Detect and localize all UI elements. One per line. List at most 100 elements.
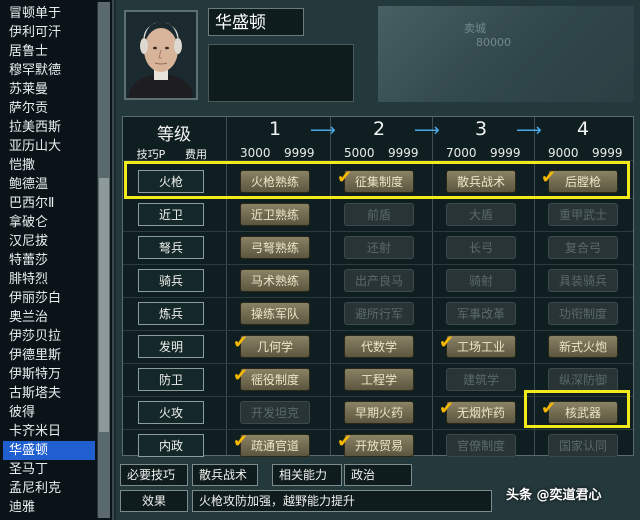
leader-list-item[interactable]: 伊莎贝拉 — [3, 327, 95, 346]
leader-list-item[interactable]: 亚历山大 — [3, 137, 95, 156]
leader-list-scrollbar[interactable] — [97, 2, 110, 518]
leader-list-item[interactable]: 伊德里斯 — [3, 346, 95, 365]
skill-cell[interactable]: 长弓 — [446, 236, 516, 259]
skill-name: 近卫熟练 — [250, 208, 299, 222]
skill-name: 开发坦克 — [250, 406, 299, 420]
leader-list-item[interactable]: 彼得 — [3, 403, 95, 422]
skill-cell[interactable]: 徭役制度 ✔ — [233, 367, 310, 391]
leader-list-item[interactable]: 巴西尔Ⅱ — [3, 194, 95, 213]
header-level-number: 4 — [576, 118, 590, 140]
skill-name: 建筑学 — [462, 373, 499, 387]
leader-list-item[interactable]: 华盛顿 — [3, 441, 95, 460]
map-background: 卖城 80000 — [378, 6, 634, 102]
leader-list-item[interactable]: 卡齐米日 — [3, 422, 95, 441]
header-level-number: 3 — [474, 118, 488, 140]
skill-cell[interactable]: 出产良马 — [344, 269, 414, 292]
skill-cell[interactable]: 建筑学 — [446, 368, 516, 391]
skill-cell[interactable]: 复合弓 — [548, 236, 618, 259]
row-category-label: 弩兵 — [138, 236, 204, 259]
leader-list-item[interactable]: 奥兰治 — [3, 308, 95, 327]
skill-name: 开放贸易 — [354, 439, 403, 453]
skill-name: 早期火药 — [354, 406, 403, 420]
skill-cell[interactable]: 操练军队 — [240, 302, 310, 325]
leader-list-item[interactable]: 孟尼利克 — [3, 479, 95, 498]
skill-name: 新式火炮 — [558, 340, 607, 354]
skill-cell[interactable]: 早期火药 — [344, 401, 414, 424]
grid-row-divider — [123, 297, 633, 298]
skill-cell[interactable]: 还射 — [344, 236, 414, 259]
skill-name: 纵深防御 — [558, 373, 607, 387]
skill-cell[interactable]: 开放贸易 ✔ — [337, 433, 414, 457]
required-skill-label: 必要技巧 — [120, 464, 188, 486]
leader-list-item[interactable]: 萨尔贡 — [3, 99, 95, 118]
skill-name: 长弓 — [468, 241, 493, 255]
leader-list-item[interactable]: 冒顿单于 — [3, 4, 95, 23]
row-category-label: 炼兵 — [138, 302, 204, 325]
skill-name: 弓弩熟练 — [250, 241, 299, 255]
leader-list-item[interactable]: 特蕾莎 — [3, 251, 95, 270]
skill-cell[interactable]: 工程学 — [344, 368, 414, 391]
leader-list-item[interactable]: 伊丽莎白 — [3, 289, 95, 308]
skill-cell[interactable]: 具装骑兵 — [548, 269, 618, 292]
skill-name: 复合弓 — [564, 241, 601, 255]
leader-list-item[interactable]: 拉美西斯 — [3, 118, 95, 137]
skill-cell[interactable]: 军事改革 — [446, 302, 516, 325]
skill-cell[interactable]: 疏通官道 ✔ — [233, 433, 310, 457]
highlight-cell-box — [524, 390, 630, 428]
learned-check-icon: ✔ — [439, 398, 455, 419]
next-level-arrow-icon: ⟶ — [310, 120, 336, 141]
skill-cell[interactable]: 工场工业 ✔ — [439, 334, 516, 358]
leader-list-item[interactable]: 腓特烈 — [3, 270, 95, 289]
skill-cell[interactable]: 弓弩熟练 — [240, 236, 310, 259]
skill-cell[interactable]: 官僚制度 — [446, 434, 516, 457]
grid-row-divider — [123, 363, 633, 364]
leader-list-item[interactable]: 居鲁士 — [3, 42, 95, 61]
skill-cell[interactable]: 避所行军 — [344, 302, 414, 325]
skill-name: 大盾 — [468, 208, 493, 222]
leader-list-item[interactable]: 恺撒 — [3, 156, 95, 175]
leader-list-item[interactable]: 鲍德温 — [3, 175, 95, 194]
leader-list-item[interactable]: 伊利可汗 — [3, 23, 95, 42]
leader-list-item[interactable]: 古斯塔夫 — [3, 384, 95, 403]
skill-cell[interactable]: 新式火炮 — [548, 335, 618, 358]
related-ability-label: 相关能力 — [272, 464, 342, 486]
skill-cell[interactable]: 重甲武士 — [548, 203, 618, 226]
skill-cell[interactable]: 纵深防御 — [548, 368, 618, 391]
leader-list-item[interactable]: 伊斯特万 — [3, 365, 95, 384]
map-number-label: 80000 — [476, 36, 511, 49]
grid-row-divider — [123, 264, 633, 265]
skill-name: 徭役制度 — [250, 373, 299, 387]
skill-cell[interactable]: 代数学 — [344, 335, 414, 358]
skill-cell[interactable]: 骑射 — [446, 269, 516, 292]
cost-skillpoints: 5000 — [344, 146, 375, 160]
cost-skillpoints: 9000 — [548, 146, 579, 160]
header-level-number: 2 — [372, 118, 386, 140]
skill-cell[interactable]: 国家认同 — [548, 434, 618, 457]
cost-skillpoints: 7000 — [446, 146, 477, 160]
skill-name: 出产良马 — [354, 274, 403, 288]
skill-cell[interactable]: 马术熟练 — [240, 269, 310, 292]
leader-info-box — [208, 44, 354, 102]
skill-cell[interactable]: 前盾 — [344, 203, 414, 226]
leader-list-item[interactable]: 汉尼拔 — [3, 232, 95, 251]
leader-list-item[interactable]: 迪雅 — [3, 498, 95, 517]
skill-cell[interactable]: 开发坦克 — [240, 401, 310, 424]
header-level-number: 1 — [268, 118, 282, 140]
leader-list-item[interactable]: 拿破仑 — [3, 213, 95, 232]
skill-name: 官僚制度 — [456, 439, 505, 453]
leader-list-item[interactable]: 圣马丁 — [3, 460, 95, 479]
skill-cell[interactable]: 功衔制度 — [548, 302, 618, 325]
skill-name: 重甲武士 — [558, 208, 607, 222]
skill-name: 功衔制度 — [558, 307, 607, 321]
leader-list-item[interactable]: 穆罕默德 — [3, 61, 95, 80]
skill-cell[interactable]: 无烟炸药 ✔ — [439, 400, 516, 424]
leader-name: 华盛顿 — [208, 8, 304, 36]
skill-cell[interactable]: 几何学 ✔ — [233, 334, 310, 358]
leader-list-item[interactable]: 苏莱曼 — [3, 80, 95, 99]
learned-check-icon: ✔ — [439, 332, 455, 353]
scrollbar-thumb[interactable] — [99, 178, 109, 432]
header-level-label: 等级 — [157, 125, 191, 145]
skill-cell[interactable]: 大盾 — [446, 203, 516, 226]
skill-cell[interactable]: 近卫熟练 — [240, 203, 310, 226]
grid-row-divider — [123, 429, 633, 430]
